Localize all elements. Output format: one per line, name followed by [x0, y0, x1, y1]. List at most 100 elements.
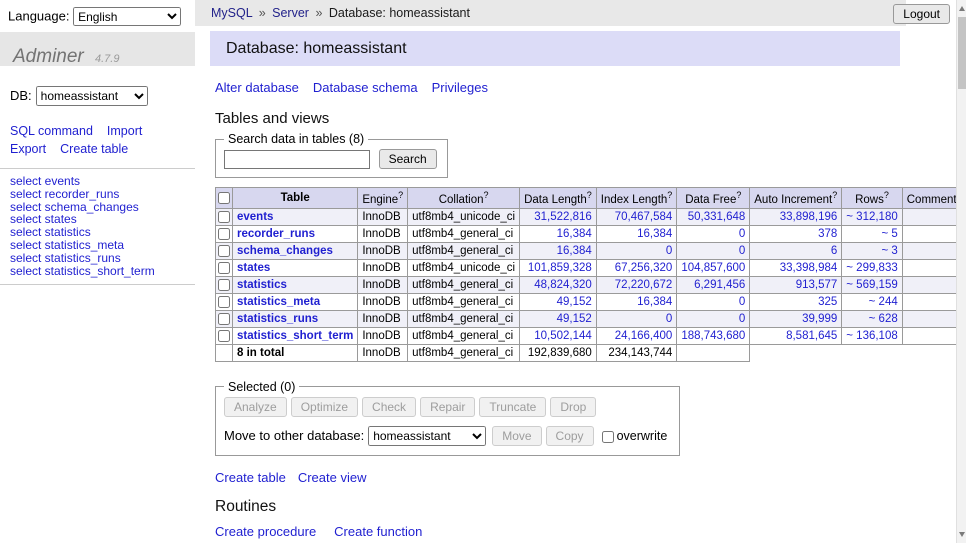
analyze-button[interactable]: Analyze	[224, 397, 287, 417]
table-name-link[interactable]: recorder_runs	[237, 228, 315, 240]
table-name-link[interactable]: statistics_runs	[237, 313, 318, 325]
cell-data_free[interactable]: 0	[677, 310, 750, 327]
row-checkbox[interactable]	[218, 296, 230, 308]
table-name-link[interactable]: schema_changes	[237, 245, 333, 257]
cell-rows[interactable]: ~ 569,159	[842, 276, 902, 293]
cell-rows[interactable]: ~ 5	[842, 225, 902, 242]
cell-index_length[interactable]: 72,220,672	[596, 276, 677, 293]
breadcrumb-current: Database: homeassistant	[329, 6, 470, 20]
cell-index_length[interactable]: 70,467,584	[596, 208, 677, 225]
drop-button[interactable]: Drop	[550, 397, 596, 417]
scrollbar-thumb[interactable]	[958, 17, 966, 89]
cell-data_free[interactable]: 6,291,456	[677, 276, 750, 293]
cell-data_free[interactable]: 0	[677, 293, 750, 310]
cell-auto_increment[interactable]: 378	[750, 225, 842, 242]
cell-auto_increment[interactable]: 33,898,196	[750, 208, 842, 225]
move-db-select[interactable]: homeassistant	[368, 426, 486, 446]
cell-auto_increment[interactable]: 8,581,645	[750, 327, 842, 344]
row-checkbox[interactable]	[218, 330, 230, 342]
cell-index_length[interactable]: 16,384	[596, 293, 677, 310]
breadcrumb-mysql-link[interactable]: MySQL	[211, 6, 252, 20]
create-view-link[interactable]: Create view	[298, 470, 367, 485]
cell-data_length[interactable]: 101,859,328	[520, 259, 597, 276]
cell-data_length[interactable]: 16,384	[520, 242, 597, 259]
sidebar-link-select-statistics-short-term[interactable]: select statistics_short_term	[10, 264, 155, 278]
logout-button[interactable]: Logout	[893, 4, 950, 24]
privileges-link[interactable]: Privileges	[432, 80, 488, 95]
select-all-checkbox[interactable]	[218, 192, 230, 204]
sidebar-action-create-table[interactable]: Create table	[60, 142, 128, 156]
sidebar-action-export[interactable]: Export	[10, 142, 46, 156]
cell-rows[interactable]: ~ 299,833	[842, 259, 902, 276]
row-checkbox[interactable]	[218, 211, 230, 223]
cell-auto_increment[interactable]: 39,999	[750, 310, 842, 327]
cell-index_length[interactable]: 67,256,320	[596, 259, 677, 276]
cell-auto_increment[interactable]: 6	[750, 242, 842, 259]
cell-table: statistics	[233, 276, 358, 293]
cell-auto_increment[interactable]: 913,577	[750, 276, 842, 293]
truncate-button[interactable]: Truncate	[479, 397, 546, 417]
row-checkbox[interactable]	[218, 228, 230, 240]
cell-data_free[interactable]: 104,857,600	[677, 259, 750, 276]
search-button[interactable]: Search	[379, 149, 437, 169]
overwrite-checkbox[interactable]	[602, 431, 614, 443]
cell-data_length[interactable]: 16,384	[520, 225, 597, 242]
help-link[interactable]: ?	[587, 190, 592, 200]
cell-data_free[interactable]: 0	[677, 242, 750, 259]
table-name-link[interactable]: statistics	[237, 279, 287, 291]
repair-button[interactable]: Repair	[420, 397, 475, 417]
search-input[interactable]	[224, 150, 370, 169]
cell-data_length[interactable]: 10,502,144	[520, 327, 597, 344]
sidebar-action-sql-command[interactable]: SQL command	[10, 124, 93, 138]
sidebar-action-import[interactable]: Import	[107, 124, 142, 138]
copy-button[interactable]: Copy	[546, 426, 594, 446]
create-procedure-link[interactable]: Create procedure	[215, 524, 316, 539]
table-name-link[interactable]: events	[237, 211, 273, 223]
create-table-link[interactable]: Create table	[215, 470, 286, 485]
cell-data_length[interactable]: 49,152	[520, 293, 597, 310]
table-name-link[interactable]: states	[237, 262, 270, 274]
row-checkbox[interactable]	[218, 279, 230, 291]
row-checkbox[interactable]	[218, 262, 230, 274]
cell-data_length[interactable]: 49,152	[520, 310, 597, 327]
alter-database-link[interactable]: Alter database	[215, 80, 299, 95]
optimize-button[interactable]: Optimize	[291, 397, 358, 417]
cell-rows[interactable]: ~ 3	[842, 242, 902, 259]
breadcrumb-server-link[interactable]: Server	[272, 6, 309, 20]
check-button[interactable]: Check	[362, 397, 416, 417]
scroll-down-icon[interactable]	[959, 532, 965, 537]
cell-rows[interactable]: ~ 628	[842, 310, 902, 327]
help-link[interactable]: ?	[832, 190, 837, 200]
help-link[interactable]: ?	[667, 190, 672, 200]
table-name-link[interactable]: statistics_meta	[237, 296, 320, 308]
language-select[interactable]: English	[73, 7, 181, 26]
scrollbar[interactable]	[956, 0, 966, 543]
scroll-up-icon[interactable]	[959, 6, 965, 11]
help-link[interactable]: ?	[884, 190, 889, 200]
cell-data_free[interactable]: 50,331,648	[677, 208, 750, 225]
cell-index_length[interactable]: 16,384	[596, 225, 677, 242]
create-function-link[interactable]: Create function	[334, 524, 422, 539]
help-link[interactable]: ?	[398, 190, 403, 200]
cell-data_free[interactable]: 188,743,680	[677, 327, 750, 344]
cell-rows[interactable]: ~ 244	[842, 293, 902, 310]
row-checkbox[interactable]	[218, 245, 230, 257]
help-link[interactable]: ?	[736, 190, 741, 200]
row-checkbox[interactable]	[218, 313, 230, 325]
help-link[interactable]: ?	[483, 190, 488, 200]
cell-index_length[interactable]: 0	[596, 310, 677, 327]
table-name-link[interactable]: statistics_short_term	[237, 330, 353, 342]
cell-data_free[interactable]: 0	[677, 225, 750, 242]
move-button[interactable]: Move	[492, 426, 541, 446]
column-header-index-length: Index Length?	[596, 188, 677, 209]
cell-rows[interactable]: ~ 312,180	[842, 208, 902, 225]
cell-auto_increment[interactable]: 325	[750, 293, 842, 310]
cell-auto_increment[interactable]: 33,398,984	[750, 259, 842, 276]
cell-data_length[interactable]: 31,522,816	[520, 208, 597, 225]
cell-index_length[interactable]: 24,166,400	[596, 327, 677, 344]
cell-data_length[interactable]: 48,824,320	[520, 276, 597, 293]
database-schema-link[interactable]: Database schema	[313, 80, 418, 95]
cell-index_length[interactable]: 0	[596, 242, 677, 259]
cell-rows[interactable]: ~ 136,108	[842, 327, 902, 344]
db-select[interactable]: homeassistant	[36, 86, 148, 106]
